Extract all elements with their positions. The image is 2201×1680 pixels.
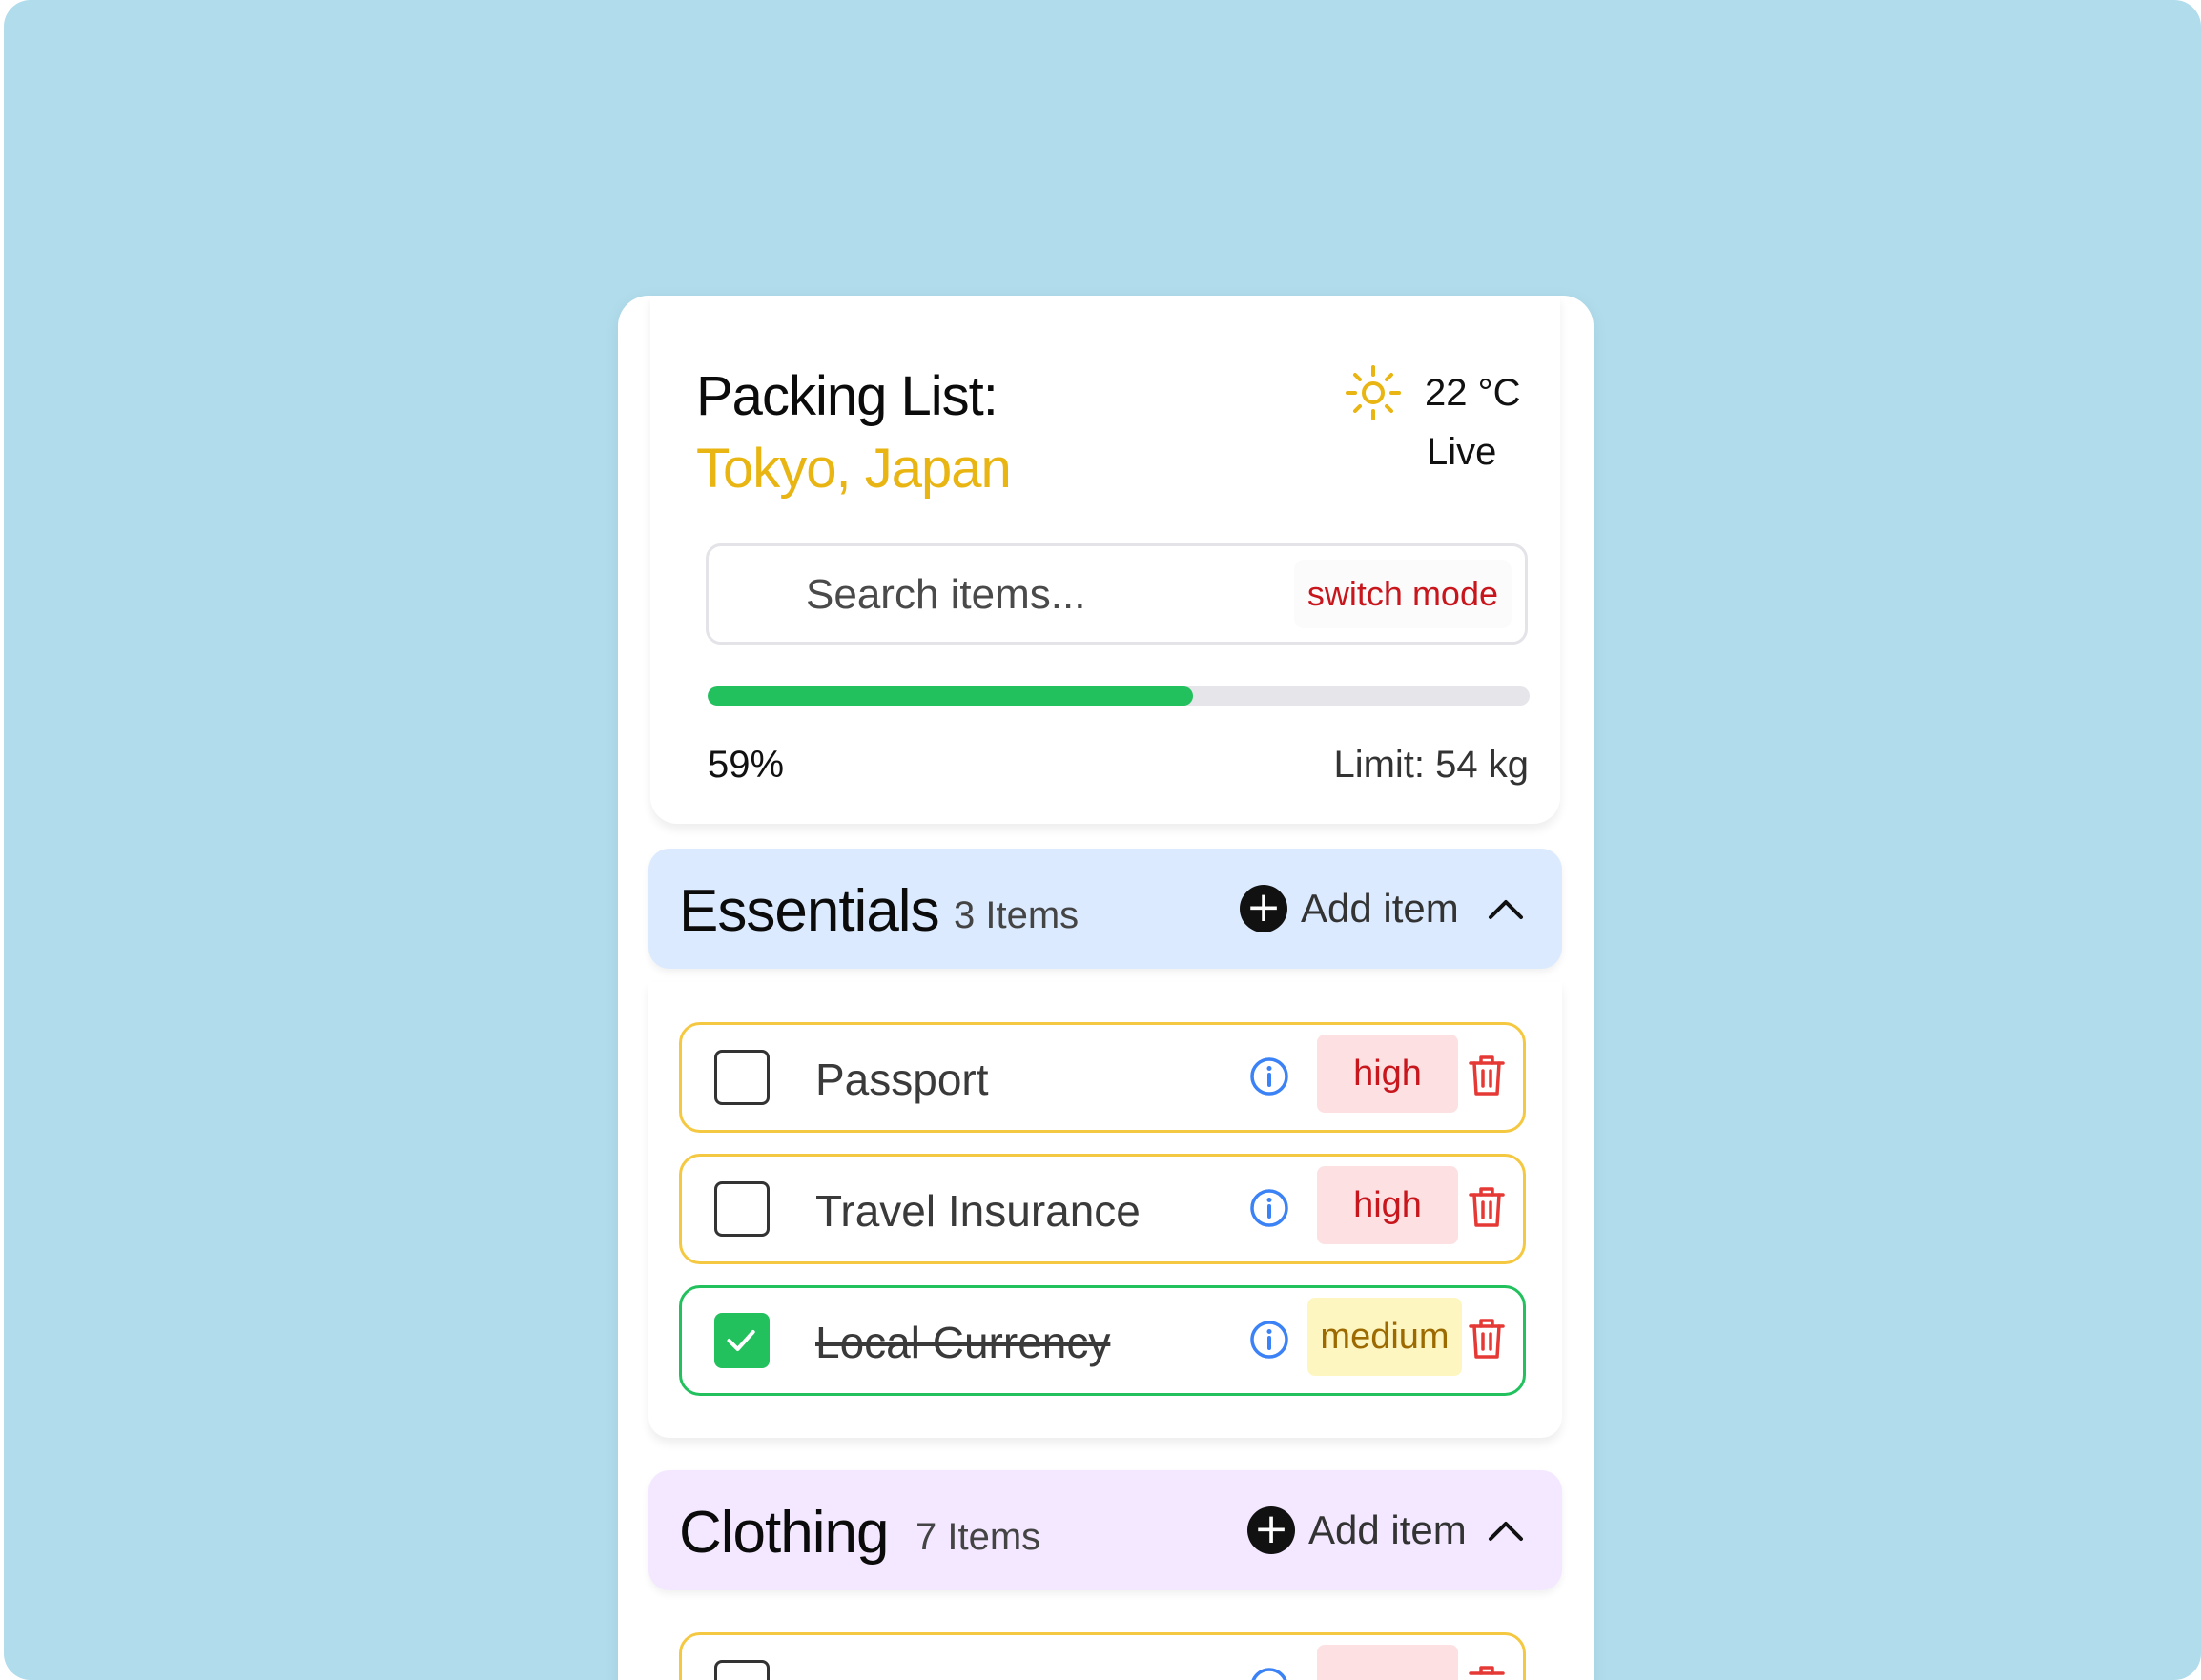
category-name: Clothing (679, 1500, 889, 1566)
list-item: Local Currency medium (679, 1285, 1526, 1396)
plus-icon: + (1240, 885, 1287, 932)
search-input[interactable] (804, 567, 1285, 623)
priority-badge[interactable]: high (1317, 1166, 1458, 1244)
temperature: 22 °C (1425, 372, 1521, 414)
info-icon[interactable] (1248, 1319, 1290, 1361)
info-icon[interactable] (1248, 1055, 1290, 1097)
add-item-label: Add item (1301, 886, 1459, 931)
category-count: 7 Items (915, 1516, 1041, 1558)
category-header-essentials[interactable]: Essentials 3 Items + Add item (648, 849, 1562, 969)
page-background: Packing List: Tokyo, Japan 22 °C Live sw… (4, 0, 2201, 1680)
search-box: switch mode (706, 543, 1528, 645)
chevron-up-icon[interactable] (1486, 889, 1526, 929)
list-item: Travel Insurance high (679, 1154, 1526, 1264)
category-name: Essentials (679, 878, 940, 944)
destination-title: Tokyo, Japan (696, 438, 1012, 500)
progress-fill (708, 686, 1193, 706)
check-icon (727, 1330, 755, 1351)
list-item: Passport high (679, 1022, 1526, 1133)
add-item-button[interactable]: + Add item (1247, 1506, 1467, 1554)
trash-icon[interactable] (1468, 1054, 1506, 1097)
item-label: Travel Insurance (815, 1186, 1141, 1236)
category-header-clothing[interactable]: Clothing 7 Items + Add item (648, 1470, 1562, 1590)
item-checkbox[interactable] (714, 1660, 770, 1680)
page-title: Packing List: (696, 365, 998, 427)
chevron-up-icon[interactable] (1486, 1510, 1526, 1550)
info-icon[interactable] (1248, 1187, 1290, 1229)
item-checkbox[interactable] (714, 1050, 770, 1105)
add-item-label: Add item (1308, 1507, 1467, 1552)
priority-badge[interactable]: high (1317, 1035, 1458, 1113)
trash-icon[interactable] (1468, 1664, 1506, 1680)
packing-app-panel: Packing List: Tokyo, Japan 22 °C Live sw… (618, 296, 1594, 1680)
trash-icon[interactable] (1468, 1317, 1506, 1361)
progress-bar (708, 686, 1530, 706)
add-item-button[interactable]: + Add item (1240, 885, 1459, 932)
item-checkbox-checked[interactable] (714, 1313, 770, 1368)
info-icon[interactable] (1248, 1666, 1290, 1680)
priority-badge[interactable]: medium (1307, 1298, 1462, 1376)
sun-icon (1346, 365, 1401, 420)
plus-icon: + (1247, 1506, 1295, 1554)
item-label: Passport (815, 1055, 989, 1104)
list-item (679, 1632, 1526, 1680)
weight-limit: Limit: 54 kg (1333, 744, 1529, 786)
live-label: Live (1427, 431, 1497, 473)
item-label: Local Currency (815, 1318, 1111, 1367)
priority-badge[interactable] (1317, 1645, 1458, 1680)
trash-icon[interactable] (1468, 1185, 1506, 1229)
switch-mode-button[interactable]: switch mode (1293, 560, 1512, 628)
item-checkbox[interactable] (714, 1181, 770, 1237)
progress-percent: 59% (708, 744, 785, 786)
category-count: 3 Items (954, 894, 1080, 936)
